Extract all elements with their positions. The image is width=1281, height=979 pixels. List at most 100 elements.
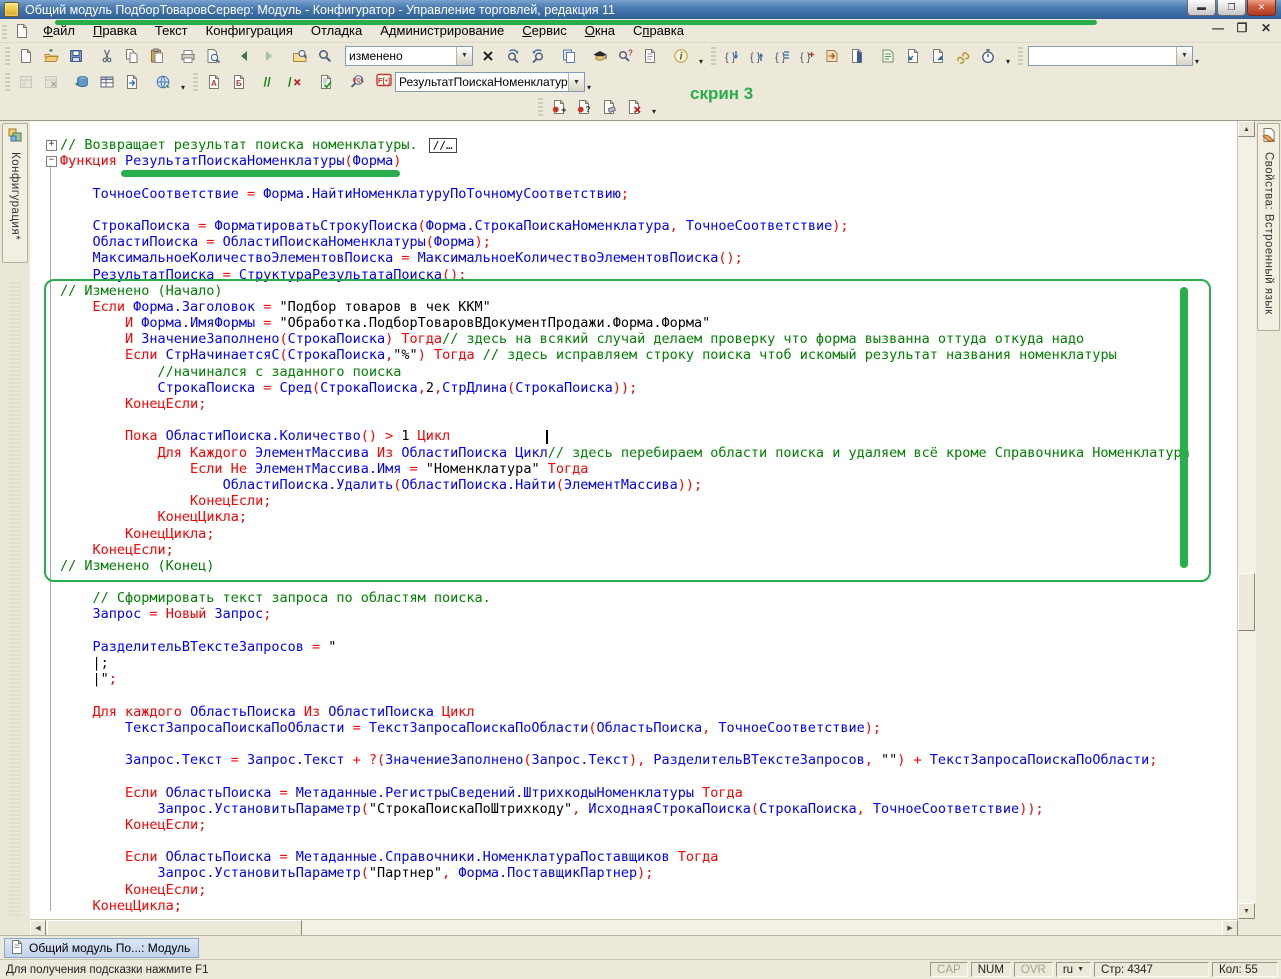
menu-текст[interactable]: Текст [146, 21, 197, 40]
module-window-tab[interactable]: Общий модуль По...: Модуль [4, 938, 199, 958]
horizontal-scroll-thumb[interactable] [47, 920, 302, 936]
toolbar-overflow-arrow[interactable]: ▾ [181, 83, 190, 95]
breakpoint-condition-button[interactable]: ? [571, 95, 596, 119]
call-hierarchy-button[interactable] [950, 44, 975, 68]
tab-configuration[interactable]: Конфигурация* [2, 123, 28, 263]
svg-text:PQL: PQL [352, 78, 364, 84]
print-preview-button[interactable] [200, 44, 225, 68]
code-line-31 [30, 623, 1238, 639]
print-icon [180, 48, 196, 64]
menu-отладка[interactable]: Отладка [302, 21, 371, 40]
menu-правка[interactable]: Правка [84, 21, 146, 40]
format-check-button[interactable]: PQL [344, 70, 369, 94]
paste-icon [149, 48, 165, 64]
syntax-assistant-button[interactable] [587, 44, 612, 68]
procedures-combobox[interactable]: ▼ [1028, 46, 1193, 66]
stopwatch-button[interactable] [975, 44, 1000, 68]
search-combobox[interactable]: изменено▼ [345, 46, 473, 66]
procedure-next-button[interactable]: { } [744, 44, 769, 68]
breakpoints-remove-all-button[interactable] [621, 95, 646, 119]
open-file-button[interactable] [38, 44, 63, 68]
menu-окна[interactable]: Окна [576, 21, 624, 40]
restore-button[interactable]: ❐ [1217, 0, 1246, 16]
context-combobox-dropdown[interactable]: ▼ [568, 73, 584, 91]
template-a-button[interactable]: А [201, 70, 226, 94]
fold-expand-icon[interactable]: + [46, 140, 57, 151]
toolbar-overflow-arrow[interactable]: ▾ [652, 107, 661, 119]
watch-add-button[interactable]: { } [794, 44, 819, 68]
format-module-button[interactable] [875, 44, 900, 68]
procedure-prev-button[interactable]: { } [719, 44, 744, 68]
language-selector[interactable]: ru▼ [1056, 962, 1091, 977]
code-line-1: // Возвращает результат поиска номенклат… [30, 137, 1238, 153]
vertical-scrollbar[interactable]: ▲ ▼ [1237, 121, 1256, 919]
breakpoint-disable-button[interactable] [596, 95, 621, 119]
code-line-39: Запрос.Текст = Запрос.Текст + ?(Значение… [30, 752, 1238, 768]
code-line-28 [30, 574, 1238, 590]
goto-call-button[interactable] [819, 44, 844, 68]
bookmark-prev-button[interactable] [900, 44, 925, 68]
replace-forward-button[interactable] [500, 44, 525, 68]
menu-конфигурация[interactable]: Конфигурация [197, 21, 302, 40]
paste-button[interactable] [144, 44, 169, 68]
save-file-button[interactable] [63, 44, 88, 68]
menu-справка[interactable]: Справка [624, 21, 693, 40]
toolbar-overflow-arrow[interactable]: ▾ [1195, 57, 1204, 69]
properties-icon [1261, 127, 1277, 148]
breakpoint-toggle-button[interactable] [546, 95, 571, 119]
template-b-button[interactable]: Б [226, 70, 251, 94]
breakpoint-toggle-icon [551, 99, 567, 115]
copy-button[interactable] [119, 44, 144, 68]
print-button[interactable] [175, 44, 200, 68]
procedures-combobox-dropdown[interactable]: ▼ [1176, 47, 1192, 65]
replace-backward-button[interactable] [525, 44, 550, 68]
menu-файл[interactable]: Файл [34, 21, 84, 40]
context-combobox[interactable]: РезультатПоискаНоменклатуры▼ [395, 72, 585, 92]
table-view-button[interactable] [94, 70, 119, 94]
toolbar-overflow-arrow[interactable]: ▾ [1006, 57, 1015, 69]
tab-properties[interactable]: Свойства: Встроенный язык [1257, 123, 1280, 331]
navigate-forward-button[interactable] [256, 44, 281, 68]
mdi-close-button[interactable]: ✕ [1259, 21, 1273, 35]
scroll-down-button[interactable]: ▼ [1238, 903, 1255, 919]
clear-search-button[interactable] [475, 44, 500, 68]
toolbar-overflow-arrow[interactable]: ▾ [699, 57, 708, 69]
search-help-button[interactable]: ? [612, 44, 637, 68]
find-button[interactable] [312, 44, 337, 68]
comment-lines-button[interactable]: // [257, 70, 282, 94]
scroll-up-button[interactable]: ▲ [1238, 121, 1255, 137]
uncomment-lines-button[interactable]: / [282, 70, 307, 94]
web-preview-button[interactable] [150, 70, 175, 94]
copy-special-button[interactable] [556, 44, 581, 68]
fold-collapse-icon[interactable]: − [46, 156, 57, 167]
doc-forward-button[interactable] [119, 70, 144, 94]
window-tab-bar: Общий модуль По...: Модуль [0, 935, 1281, 960]
bookmark-next-button[interactable] [925, 44, 950, 68]
scroll-left-button[interactable]: ◀ [30, 920, 46, 936]
search-combobox-dropdown[interactable]: ▼ [456, 47, 472, 65]
menu-администрирование[interactable]: Администрирование [371, 21, 513, 40]
code-editor[interactable]: // Возвращает результат поиска номенклат… [30, 121, 1238, 919]
vertical-scroll-thumb[interactable] [1238, 573, 1255, 631]
collapsed-comment-box[interactable]: //… [429, 138, 457, 153]
mdi-restore-button[interactable]: ❐ [1235, 21, 1249, 35]
panel-1-button[interactable] [13, 70, 38, 94]
toolbar-overflow-arrow[interactable]: ▾ [587, 83, 596, 95]
navigate-back-button[interactable] [231, 44, 256, 68]
scroll-right-button[interactable]: ▶ [1222, 920, 1238, 936]
module-check-button[interactable] [844, 44, 869, 68]
procedure-list-button[interactable]: { } [769, 44, 794, 68]
minimize-button[interactable]: ▬ [1187, 0, 1216, 16]
close-button[interactable]: ✕ [1247, 0, 1276, 16]
syntax-check-button[interactable] [313, 70, 338, 94]
info-button[interactable]: i [668, 44, 693, 68]
templates-button[interactable] [637, 44, 662, 68]
mdi-minimize-button[interactable]: — [1211, 21, 1225, 35]
find-in-files-button[interactable] [287, 44, 312, 68]
db-update-button[interactable] [69, 70, 94, 94]
new-document-button[interactable] [13, 44, 38, 68]
cut-button[interactable] [94, 44, 119, 68]
menu-сервис[interactable]: Сервис [513, 21, 576, 40]
panel-2-button[interactable] [38, 70, 63, 94]
code-line-21: Если Не ЭлементМассива.Имя = "Номенклату… [30, 461, 1238, 477]
